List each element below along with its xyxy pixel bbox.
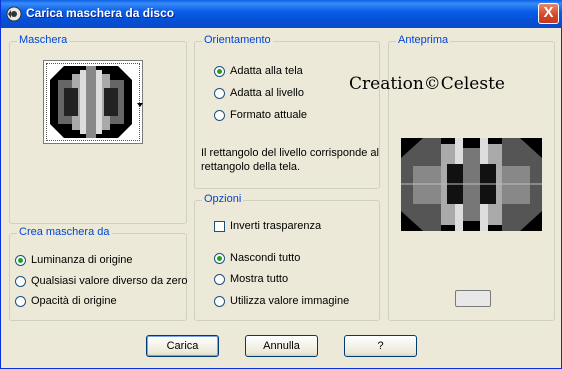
radio-hide-all[interactable]: Nascondi tutto bbox=[214, 252, 300, 264]
radio-fit-layer[interactable]: Adatta al livello bbox=[214, 87, 304, 99]
radio-any-nonzero[interactable]: Qualsiasi valore diverso da zero bbox=[15, 275, 188, 287]
title-bar[interactable]: Carica maschera da disco X bbox=[1, 0, 562, 28]
radio-fit-canvas-label: Adatta alla tela bbox=[230, 65, 303, 77]
dialog-window: Carica maschera da disco X Maschera Crea… bbox=[0, 0, 562, 369]
radio-fit-canvas[interactable]: Adatta alla tela bbox=[214, 65, 303, 77]
radio-indicator bbox=[214, 273, 225, 285]
preview-group-title: Anteprima bbox=[396, 34, 451, 46]
mask-thumbnail-button[interactable] bbox=[43, 60, 143, 144]
radio-luminance[interactable]: Luminanza di origine bbox=[15, 254, 133, 266]
window-title: Carica maschera da disco bbox=[26, 6, 175, 20]
load-button[interactable]: Carica bbox=[146, 335, 219, 357]
radio-indicator bbox=[214, 109, 225, 121]
orientation-description-line2: rettangolo della tela. bbox=[201, 161, 301, 173]
radio-selected-indicator bbox=[214, 65, 225, 77]
checkbox-box bbox=[214, 220, 225, 232]
orientation-group-title: Orientamento bbox=[202, 34, 273, 46]
radio-indicator bbox=[15, 275, 26, 287]
radio-indicator bbox=[15, 295, 26, 307]
close-button[interactable]: X bbox=[538, 3, 559, 24]
mask-thumbnail-image bbox=[50, 66, 132, 138]
preview-toggle-button[interactable] bbox=[455, 290, 491, 307]
watermark-text: Creation©Celeste bbox=[349, 74, 505, 94]
close-icon: X bbox=[543, 4, 554, 21]
radio-indicator bbox=[214, 87, 225, 99]
orientation-description: Il rettangolo del livello corrisponde al… bbox=[201, 146, 379, 174]
radio-selected-indicator bbox=[214, 252, 225, 264]
source-group-title: Crea maschera da bbox=[17, 226, 112, 238]
cancel-button[interactable]: Annulla bbox=[245, 335, 318, 357]
radio-source-opacity-label: Opacità di origine bbox=[31, 295, 117, 307]
radio-show-all-label: Mostra tutto bbox=[230, 273, 289, 285]
invert-transparency-label: Inverti trasparenza bbox=[230, 220, 322, 232]
radio-use-image-value[interactable]: Utilizza valore immagine bbox=[214, 295, 349, 307]
radio-as-is[interactable]: Formato attuale bbox=[214, 109, 307, 121]
options-group-title: Opzioni bbox=[202, 193, 244, 205]
radio-fit-layer-label: Adatta al livello bbox=[230, 87, 304, 99]
radio-indicator bbox=[214, 295, 225, 307]
preview-image bbox=[401, 138, 542, 231]
radio-any-nonzero-label: Qualsiasi valore diverso da zero bbox=[31, 275, 188, 287]
mask-group-title: Maschera bbox=[17, 34, 70, 46]
radio-hide-all-label: Nascondi tutto bbox=[230, 252, 301, 264]
app-icon bbox=[6, 6, 22, 22]
radio-luminance-label: Luminanza di origine bbox=[31, 254, 133, 266]
radio-use-image-value-label: Utilizza valore immagine bbox=[230, 295, 350, 307]
orientation-description-line1: Il rettangolo del livello corrisponde al bbox=[201, 147, 379, 159]
radio-as-is-label: Formato attuale bbox=[230, 109, 308, 121]
radio-show-all[interactable]: Mostra tutto bbox=[214, 273, 288, 285]
invert-transparency-checkbox[interactable]: Inverti trasparenza bbox=[214, 220, 321, 232]
dropdown-arrow-icon bbox=[137, 103, 143, 107]
help-button[interactable]: ? bbox=[344, 335, 417, 357]
radio-selected-indicator bbox=[15, 254, 26, 266]
radio-source-opacity[interactable]: Opacità di origine bbox=[15, 295, 117, 307]
